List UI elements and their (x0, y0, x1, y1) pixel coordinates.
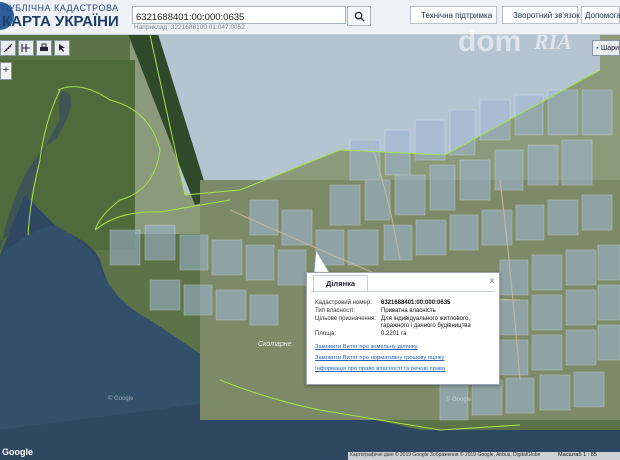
map-canvas[interactable] (0, 0, 620, 460)
order-land-extract-link[interactable]: Замовити Витяг про земельну ділянку (315, 344, 417, 350)
brand-line-2: КАРТА УКРАЇНИ (2, 13, 119, 30)
cadastral-number-value: 6321688401:00:000:0635 (381, 300, 451, 306)
watermark-dom: dom (458, 25, 522, 58)
support-button[interactable]: Технічна підтримка (410, 6, 497, 24)
help-label: Допомога (585, 10, 620, 20)
cadastral-number-label: Кадастровий номер: (315, 300, 372, 306)
popup-pointer (313, 250, 331, 274)
feedback-button[interactable]: Зворотний зв'язок (502, 6, 580, 24)
support-label: Технічна підтримка (421, 10, 493, 20)
search-input[interactable] (133, 10, 345, 25)
search-icon (354, 11, 365, 22)
area-icon (21, 44, 30, 52)
print-button[interactable] (36, 40, 52, 56)
area-tool-button[interactable] (18, 40, 34, 56)
brand-line-1: ПУБЛІЧНА КАДАСТРОВА (2, 3, 119, 13)
attribution-bar: Картографічні дані © 2019 Google Зображе… (348, 452, 620, 460)
layers-icon (596, 46, 599, 50)
zoom-in-button[interactable]: + (0, 62, 12, 80)
search-box (132, 6, 346, 25)
ownership-type-value: Приватна власність (381, 308, 436, 314)
measure-tool-button[interactable] (0, 40, 16, 56)
ownership-info-link[interactable]: Інформація про право власності та речові… (315, 366, 445, 372)
dom-ria-watermark: dom RIA (452, 25, 590, 65)
scale-label: Масштаб 1 : 85 (558, 452, 597, 458)
layers-label: Шари (600, 44, 619, 52)
google-logo: Google (2, 447, 33, 457)
help-button[interactable]: Допомога (581, 6, 620, 24)
info-tool-button[interactable] (54, 40, 70, 56)
place-label: Скотарне (258, 341, 292, 348)
map-attribution[interactable]: Картографічні дані © 2019 Google Зображе… (350, 452, 540, 458)
ruler-icon (3, 43, 13, 53)
map-toolbar (0, 40, 72, 58)
layers-button[interactable]: Шари (592, 40, 620, 56)
tab-parcel[interactable]: Ділянка (313, 275, 369, 292)
purpose-value-line1: Для індивідуального житлового, (381, 316, 471, 322)
area-value: 0.2201 га (381, 331, 407, 337)
faint-label-right: © Google (446, 397, 472, 403)
satellite-map (0, 0, 620, 460)
search-button[interactable] (347, 6, 371, 26)
pointer-icon (59, 44, 65, 52)
order-valuation-extract-link[interactable]: Замовити Витяг про нормативну грошову оц… (315, 355, 444, 361)
search-hint: Наприклад: 3221688100:01:047:0052 (134, 24, 245, 31)
watermark-ria: RIA (534, 29, 572, 54)
faint-label-left: © Google (108, 396, 134, 402)
parcel-popup: Ділянка x Кадастровий номер: 6321688401:… (306, 272, 500, 385)
close-icon[interactable]: x (490, 276, 494, 285)
ownership-type-label: Тип власності: (315, 308, 355, 314)
feedback-label: Зворотний зв'язок (513, 10, 580, 20)
area-label: Площа: (315, 331, 337, 337)
popup-divider (311, 291, 495, 292)
purpose-value-line2: гаражного і дачного будівництва (381, 323, 471, 329)
purpose-label: Цільове призначення: (315, 316, 377, 322)
print-icon (40, 43, 48, 51)
